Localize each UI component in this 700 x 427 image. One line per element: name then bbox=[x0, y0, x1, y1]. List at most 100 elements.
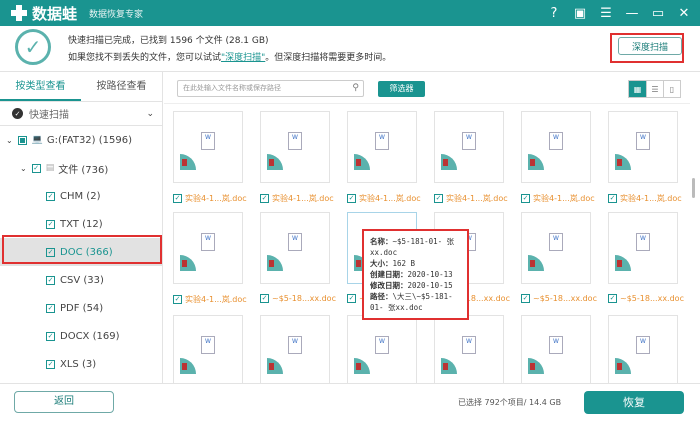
type-label: DOC (366) bbox=[60, 246, 113, 258]
checkbox[interactable]: ✓ bbox=[347, 194, 356, 203]
quick-scan-header[interactable]: ✓ 快速扫描 ⌄ bbox=[0, 102, 162, 126]
file-thumbnail[interactable]: W bbox=[260, 315, 330, 383]
app-subtitle: 数据恢复专家 bbox=[89, 9, 144, 20]
file-thumbnail[interactable]: W bbox=[347, 315, 417, 383]
chevron-down-icon[interactable]: ⌄ bbox=[6, 136, 13, 145]
checkbox[interactable]: ✓ bbox=[260, 294, 269, 303]
file-label[interactable]: ✓~$5-18...xx.doc bbox=[521, 294, 606, 303]
file-thumbnail[interactable]: W bbox=[521, 212, 591, 284]
file-label[interactable]: ✓~$5-18...xx.doc bbox=[260, 294, 345, 303]
type-label: CHM (2) bbox=[60, 190, 101, 202]
file-label[interactable]: ✓ 实验4-1...岚.doc bbox=[434, 193, 519, 204]
file-thumbnail[interactable]: W bbox=[521, 111, 591, 183]
tab-by-type[interactable]: 按类型查看 bbox=[0, 72, 81, 101]
checkbox[interactable]: ✓ bbox=[173, 194, 182, 203]
check-icon: ✓ bbox=[12, 108, 23, 119]
tree-type-item[interactable]: ✓ XLS (3) bbox=[0, 350, 162, 378]
file-thumbnail[interactable]: W bbox=[260, 212, 330, 284]
file-name: 实验4-1...岚.doc bbox=[272, 194, 334, 203]
scrollbar[interactable] bbox=[692, 178, 695, 198]
checkbox[interactable]: ✓ bbox=[608, 194, 617, 203]
file-type-badge-icon bbox=[615, 154, 631, 170]
file-type-badge-icon bbox=[615, 358, 631, 374]
tooltip-created-label: 创建日期： bbox=[370, 270, 408, 279]
checkbox[interactable] bbox=[17, 135, 27, 145]
detail-view-icon[interactable]: ▯ bbox=[663, 81, 680, 97]
save-icon[interactable]: ▣ bbox=[572, 3, 588, 23]
file-label[interactable]: ✓ 实验4-1...岚.doc bbox=[347, 193, 432, 204]
file-thumbnail[interactable]: W bbox=[173, 212, 243, 284]
file-label[interactable]: ✓ 实验4-1...岚.doc bbox=[173, 193, 258, 204]
checkbox[interactable]: ✓ bbox=[46, 303, 55, 313]
file-name: ~$5-18...xx.doc bbox=[533, 294, 597, 303]
file-thumbnail[interactable]: W bbox=[434, 111, 504, 183]
maximize-icon[interactable]: ▭ bbox=[650, 3, 666, 23]
checkbox[interactable]: ✓ bbox=[521, 294, 530, 303]
search-input[interactable]: 在此处输入文件名称或保存路径 ⚲ bbox=[177, 80, 364, 97]
checkbox[interactable]: ✓ bbox=[608, 294, 617, 303]
checkbox[interactable]: ✓ bbox=[173, 295, 182, 304]
tooltip-created: 2020-10-13 bbox=[407, 270, 453, 279]
file-label[interactable]: ✓~$5-18...xx.doc bbox=[608, 294, 690, 303]
grid-view-icon[interactable]: ▦ bbox=[629, 81, 646, 97]
tree-type-item[interactable]: ✓ CHM (2) bbox=[0, 182, 162, 210]
help-icon[interactable]: ? bbox=[546, 3, 562, 23]
checkbox[interactable]: ✓ bbox=[46, 275, 55, 285]
tree-type-item[interactable]: ✓ CSV (33) bbox=[0, 266, 162, 294]
file-thumbnail[interactable]: W bbox=[521, 315, 591, 383]
file-thumbnail[interactable]: W bbox=[260, 111, 330, 183]
list-view-icon[interactable]: ☰ bbox=[646, 81, 663, 97]
file-label[interactable]: ✓ 实验4-1...岚.doc bbox=[521, 193, 606, 204]
file-label[interactable]: ✓ 实验4-1...岚.doc bbox=[608, 193, 690, 204]
menu-icon[interactable]: ☰ bbox=[598, 3, 614, 23]
back-button[interactable]: 返回 bbox=[14, 391, 114, 413]
deep-scan-link[interactable]: "深度扫描" bbox=[221, 53, 265, 63]
chevron-down-icon[interactable]: ⌄ bbox=[146, 109, 154, 119]
tree-drive[interactable]: ⌄ 💻 G:(FAT32) (1596) bbox=[0, 126, 162, 154]
filter-button[interactable]: 筛选器 bbox=[378, 81, 425, 97]
word-doc-icon: W bbox=[549, 132, 563, 150]
checkbox[interactable]: ✓ bbox=[46, 359, 55, 369]
file-name: 实验4-1...岚.doc bbox=[185, 295, 247, 304]
file-thumbnail[interactable]: W bbox=[608, 212, 678, 284]
deep-scan-button[interactable]: 深度扫描 bbox=[618, 37, 682, 55]
chevron-down-icon[interactable]: ⌄ bbox=[20, 164, 27, 173]
file-label[interactable]: ✓ 实验4-1...岚.doc bbox=[260, 193, 345, 204]
checkbox[interactable]: ✓ bbox=[46, 191, 55, 201]
tooltip-name-label: 名称： bbox=[370, 237, 393, 246]
word-doc-icon: W bbox=[375, 336, 389, 354]
tree-folder[interactable]: ⌄ ✓ ▤ 文件 (736) bbox=[0, 154, 162, 182]
tree-type-item[interactable]: ✓ TXT (12) bbox=[0, 210, 162, 238]
file-thumbnail[interactable]: W bbox=[173, 315, 243, 383]
checkbox[interactable]: ✓ bbox=[521, 194, 530, 203]
close-icon[interactable]: ✕ bbox=[676, 3, 692, 23]
scan-summary: ✓ 快速扫描已完成，已找到 1596 个文件 (28.1 GB) 如果您找不到丢… bbox=[0, 26, 700, 72]
restore-button[interactable]: 恢复 bbox=[584, 391, 684, 414]
checkbox[interactable]: ✓ bbox=[347, 294, 356, 303]
minimize-icon[interactable]: — bbox=[624, 3, 640, 23]
file-type-badge-icon bbox=[354, 358, 370, 374]
tab-by-path[interactable]: 按路径查看 bbox=[81, 72, 162, 101]
file-label[interactable]: ✓ 实验4-1...岚.doc bbox=[173, 294, 258, 305]
checkbox[interactable]: ✓ bbox=[31, 163, 41, 173]
file-thumbnail[interactable]: W bbox=[608, 315, 678, 383]
file-thumbnail[interactable]: W bbox=[173, 111, 243, 183]
type-label: TXT (12) bbox=[60, 218, 103, 230]
checkbox[interactable]: ✓ bbox=[434, 194, 443, 203]
checkbox[interactable]: ✓ bbox=[46, 219, 55, 229]
app-logo: 数据蛙 bbox=[10, 3, 77, 24]
hint-prefix: 如果您找不到丢失的文件，您可以试试 bbox=[68, 53, 222, 63]
tree-type-item[interactable]: ✓ DOCX (169) bbox=[0, 322, 162, 350]
drive-icon: 💻 bbox=[31, 135, 43, 145]
file-thumbnail[interactable]: W bbox=[608, 111, 678, 183]
checkbox[interactable]: ✓ bbox=[260, 194, 269, 203]
file-tooltip: 名称：~$5-181-01- 张xx.doc 大小：162 B 创建日期：202… bbox=[362, 229, 469, 320]
checkbox[interactable]: ✓ bbox=[46, 331, 55, 341]
file-type-badge-icon bbox=[267, 358, 283, 374]
tree-type-item[interactable]: ✓ DOC (366) bbox=[0, 238, 162, 266]
file-thumbnail[interactable]: W bbox=[347, 111, 417, 183]
search-icon[interactable]: ⚲ bbox=[352, 81, 359, 96]
checkbox[interactable]: ✓ bbox=[46, 247, 55, 257]
file-thumbnail[interactable]: W bbox=[434, 315, 504, 383]
tree-type-item[interactable]: ✓ PDF (54) bbox=[0, 294, 162, 322]
